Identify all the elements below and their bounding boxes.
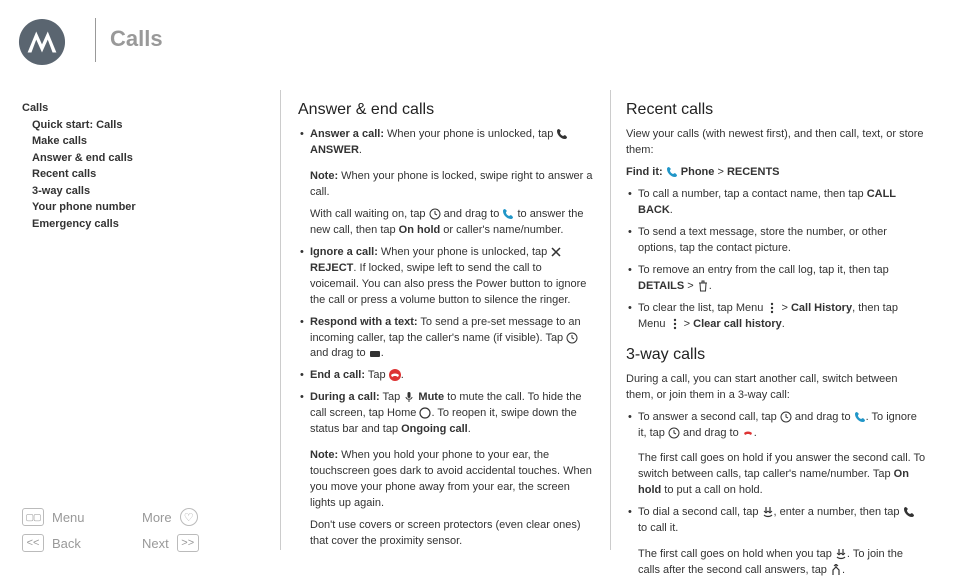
toc-root[interactable]: Calls xyxy=(22,100,242,117)
menu-dots-icon xyxy=(669,318,681,330)
clock-icon xyxy=(429,208,441,220)
list-item: Answer a call: When your phone is unlock… xyxy=(298,127,593,239)
message-icon xyxy=(369,348,381,360)
page-title: Calls xyxy=(110,26,163,52)
toc-item[interactable]: Your phone number xyxy=(22,199,242,216)
intro-text: During a call, you can start another cal… xyxy=(626,372,926,404)
phone-icon xyxy=(556,128,568,140)
next-icon: >> xyxy=(177,534,199,552)
list-item: Respond with a text: To send a pre-set m… xyxy=(298,315,593,363)
content-column-1: Answer & end calls Answer a call: When y… xyxy=(298,98,593,556)
clock-icon xyxy=(566,332,578,344)
toc-sidebar: Calls Quick start: Calls Make calls Answ… xyxy=(22,100,242,232)
grid-icon: ▢▢ xyxy=(22,508,44,526)
intro-text: View your calls (with newest first), and… xyxy=(626,127,926,159)
phone-icon xyxy=(502,208,514,220)
phone-icon xyxy=(854,411,866,423)
home-icon xyxy=(419,407,431,419)
list-item: To dial a second call, tap , enter a num… xyxy=(626,505,926,579)
motorola-logo xyxy=(18,18,66,66)
list-item: To clear the list, tap Menu > Call Histo… xyxy=(626,301,926,333)
merge-icon xyxy=(830,564,842,576)
toc-item[interactable]: Emergency calls xyxy=(22,216,242,233)
x-icon xyxy=(550,246,562,258)
list-item: End a call: Tap . xyxy=(298,368,593,384)
column-divider xyxy=(610,90,611,550)
trash-icon xyxy=(697,280,709,292)
section-heading: Recent calls xyxy=(626,98,926,121)
column-divider xyxy=(280,90,281,550)
toc-item[interactable]: Quick start: Calls xyxy=(22,117,242,134)
menu-dots-icon xyxy=(766,302,778,314)
heart-icon: ♡ xyxy=(180,508,198,526)
mic-icon xyxy=(403,391,415,403)
list-item: To call a number, tap a contact name, th… xyxy=(626,187,926,219)
clock-icon xyxy=(668,427,680,439)
find-it: Find it: Phone > RECENTS xyxy=(626,165,926,181)
clock-icon xyxy=(780,411,792,423)
more-button[interactable]: More♡ xyxy=(142,508,262,526)
end-call-icon xyxy=(742,427,754,439)
list-item: During a call: Tap Mute to mute the call… xyxy=(298,390,593,549)
toc-item[interactable]: Recent calls xyxy=(22,166,242,183)
add-call-icon xyxy=(762,506,774,518)
toc-item[interactable]: 3-way calls xyxy=(22,183,242,200)
divider xyxy=(95,18,96,62)
bottom-nav: ▢▢Menu More♡ <<Back Next>> xyxy=(22,504,262,556)
list-item: To remove an entry from the call log, ta… xyxy=(626,263,926,295)
toc-item[interactable]: Make calls xyxy=(22,133,242,150)
next-button[interactable]: Next>> xyxy=(142,534,262,552)
back-icon: << xyxy=(22,534,44,552)
toc-item[interactable]: Answer & end calls xyxy=(22,150,242,167)
phone-icon xyxy=(666,166,678,178)
list-item: Ignore a call: When your phone is unlock… xyxy=(298,245,593,309)
list-item: To send a text message, store the number… xyxy=(626,225,926,257)
add-call-icon xyxy=(835,548,847,560)
back-button[interactable]: <<Back xyxy=(22,534,142,552)
end-call-icon xyxy=(389,369,401,381)
content-column-2: Recent calls View your calls (with newes… xyxy=(626,98,926,585)
phone-icon xyxy=(903,506,915,518)
section-heading: 3-way calls xyxy=(626,343,926,366)
section-heading: Answer & end calls xyxy=(298,98,593,121)
list-item: To answer a second call, tap and drag to… xyxy=(626,410,926,500)
menu-button[interactable]: ▢▢Menu xyxy=(22,508,142,526)
